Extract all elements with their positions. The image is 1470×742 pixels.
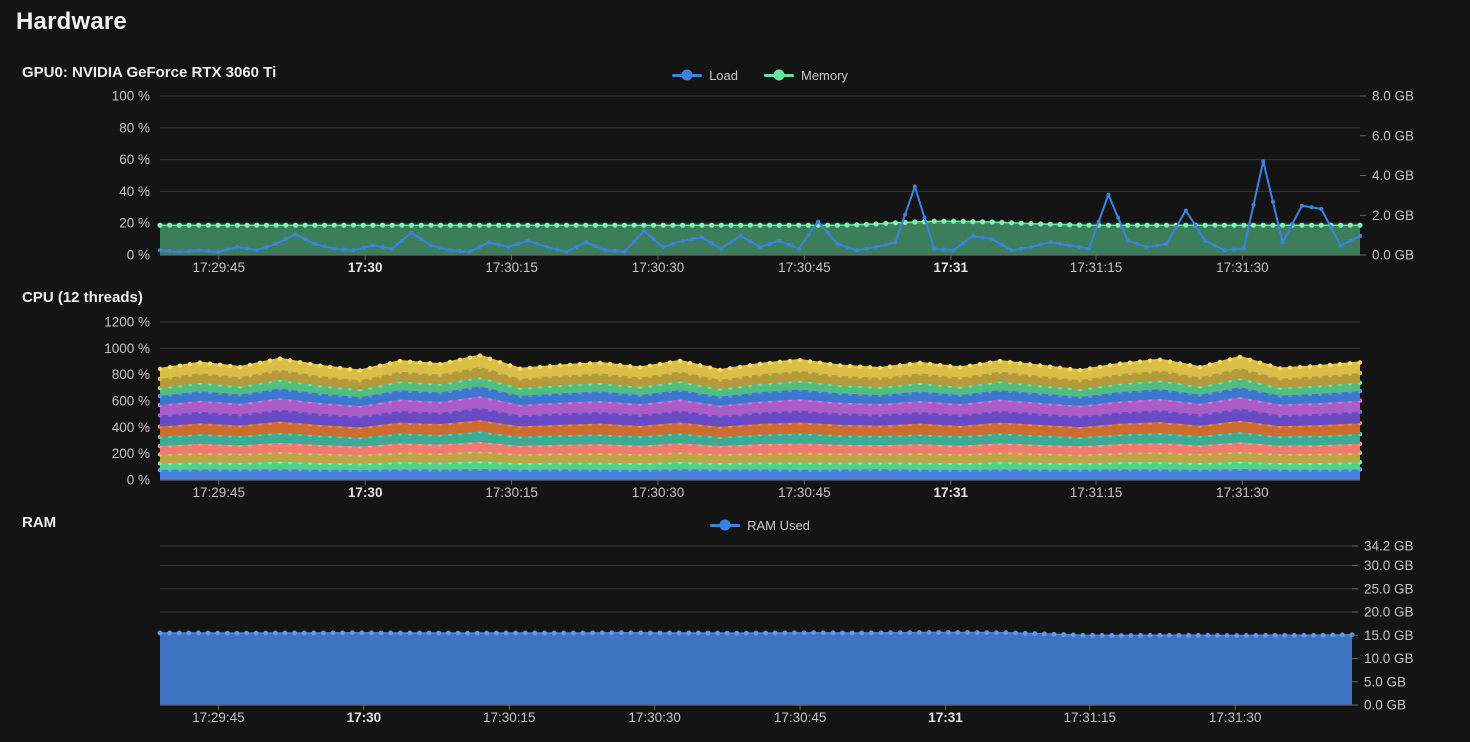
legend-label: RAM Used (747, 518, 810, 533)
svg-text:17:31:15: 17:31:15 (1070, 485, 1123, 500)
cpu-chart: 17:29:45 17:30 17:30:15 17:30:30 17:30:45 17:… (0, 312, 1470, 510)
svg-text:17:30: 17:30 (347, 710, 382, 725)
svg-text:5.0 GB: 5.0 GB (1364, 674, 1406, 689)
svg-text:17:30: 17:30 (348, 260, 383, 275)
svg-text:17:29:45: 17:29:45 (192, 710, 245, 725)
svg-text:8.0 GB: 8.0 GB (1372, 89, 1414, 104)
series-layer (158, 630, 1355, 705)
svg-text:17:30:30: 17:30:30 (632, 485, 685, 500)
svg-text:100 %: 100 % (112, 89, 150, 104)
svg-text:80 %: 80 % (119, 120, 150, 135)
ram-chart: 17:29:45 17:30 17:30:15 17:30:30 17:30:45 17:… (0, 536, 1470, 738)
ram-legend: RAM Used (160, 516, 1360, 534)
legend-label: Load (709, 68, 738, 83)
svg-text:200 %: 200 % (112, 446, 150, 461)
series-layer (158, 353, 1362, 480)
svg-text:17:30:15: 17:30:15 (483, 710, 536, 725)
legend-marker-icon (672, 69, 702, 81)
svg-text:17:31: 17:31 (934, 485, 969, 500)
gpu-legend: Load Memory (160, 66, 1360, 84)
svg-text:0.0 GB: 0.0 GB (1372, 248, 1414, 263)
svg-text:17:31:30: 17:31:30 (1216, 260, 1269, 275)
page-title: Hardware (16, 8, 127, 36)
svg-text:17:29:45: 17:29:45 (193, 260, 246, 275)
svg-text:1200 %: 1200 % (104, 315, 150, 330)
svg-text:10.0 GB: 10.0 GB (1364, 651, 1414, 666)
svg-text:60 %: 60 % (119, 152, 150, 167)
svg-text:17:31:15: 17:31:15 (1070, 260, 1123, 275)
legend-marker-icon (764, 69, 794, 81)
svg-text:2.0 GB: 2.0 GB (1372, 208, 1414, 223)
svg-text:0.0 GB: 0.0 GB (1364, 698, 1406, 713)
svg-text:4.0 GB: 4.0 GB (1372, 168, 1414, 183)
svg-text:17:31: 17:31 (928, 710, 963, 725)
svg-text:20 %: 20 % (119, 216, 150, 231)
svg-text:17:30:30: 17:30:30 (632, 260, 685, 275)
svg-text:30.0 GB: 30.0 GB (1364, 558, 1414, 573)
legend-item-ram-used[interactable]: RAM Used (710, 518, 810, 533)
svg-text:400 %: 400 % (112, 420, 150, 435)
svg-text:17:30: 17:30 (348, 485, 383, 500)
legend-label: Memory (801, 68, 848, 83)
svg-text:15.0 GB: 15.0 GB (1364, 628, 1414, 643)
svg-text:17:30:45: 17:30:45 (778, 485, 831, 500)
svg-text:0 %: 0 % (127, 473, 150, 488)
svg-text:25.0 GB: 25.0 GB (1364, 581, 1414, 596)
svg-text:600 %: 600 % (112, 394, 150, 409)
svg-text:1000 %: 1000 % (104, 341, 150, 356)
svg-text:17:30:15: 17:30:15 (485, 485, 538, 500)
svg-text:34.2 GB: 34.2 GB (1364, 539, 1414, 554)
svg-text:40 %: 40 % (119, 184, 150, 199)
svg-text:0 %: 0 % (127, 248, 150, 263)
svg-text:17:29:45: 17:29:45 (193, 485, 246, 500)
svg-text:800 %: 800 % (112, 367, 150, 382)
hardware-dashboard: Hardware GPU0: NVIDIA GeForce RTX 3060 T… (0, 0, 1470, 742)
svg-text:17:31:30: 17:31:30 (1216, 485, 1269, 500)
cpu-section-title: CPU (12 threads) (22, 289, 143, 306)
series-layer (157, 159, 1362, 255)
svg-text:17:30:45: 17:30:45 (774, 710, 827, 725)
svg-text:17:31: 17:31 (934, 260, 969, 275)
svg-text:17:31:30: 17:31:30 (1209, 710, 1262, 725)
legend-item-memory[interactable]: Memory (764, 68, 848, 83)
svg-text:17:30:45: 17:30:45 (778, 260, 831, 275)
svg-text:17:30:30: 17:30:30 (628, 710, 681, 725)
legend-marker-icon (710, 519, 740, 531)
svg-text:17:31:15: 17:31:15 (1063, 710, 1116, 725)
svg-text:17:30:15: 17:30:15 (485, 260, 538, 275)
legend-item-load[interactable]: Load (672, 68, 738, 83)
series-ram-used (158, 630, 1355, 705)
svg-text:20.0 GB: 20.0 GB (1364, 605, 1414, 620)
gpu-chart: 17:29:45 17:30 17:30:15 17:30:30 17:30:45 17:… (0, 88, 1470, 280)
svg-text:6.0 GB: 6.0 GB (1372, 128, 1414, 143)
ram-section-title: RAM (22, 514, 56, 531)
